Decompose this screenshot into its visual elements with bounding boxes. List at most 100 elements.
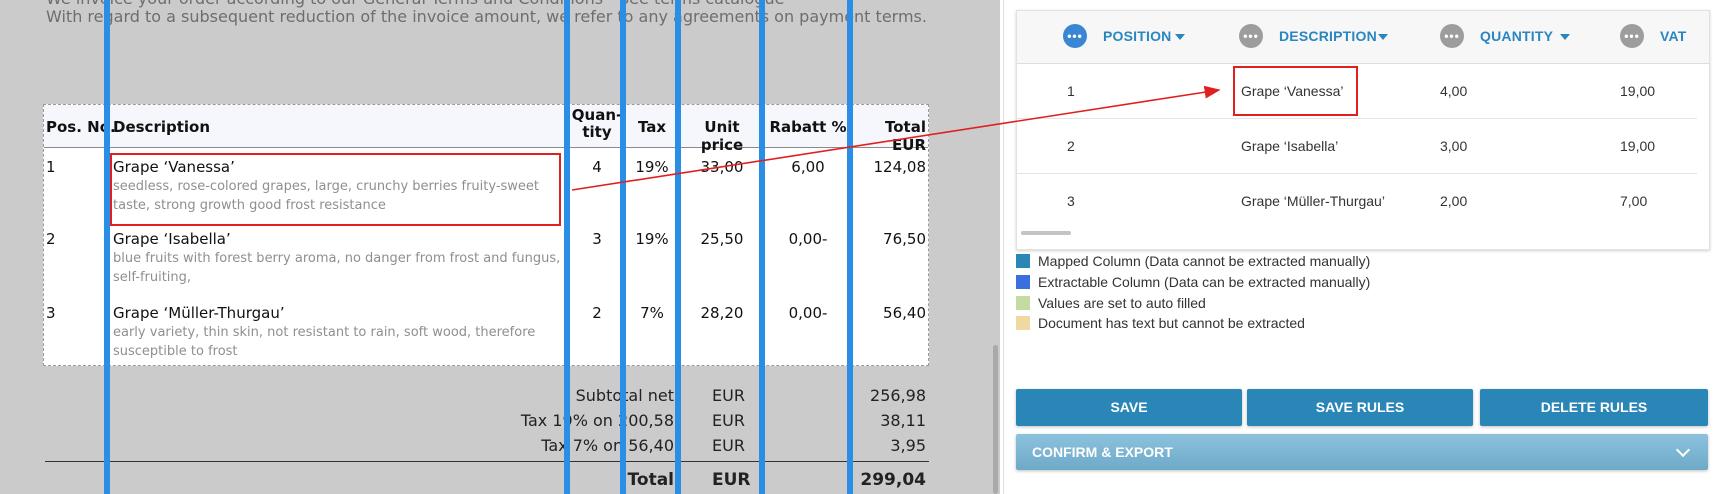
column-guide-line[interactable]: [759, 0, 765, 494]
header-rabatt: Rabatt %: [769, 118, 847, 136]
grid-cell-description[interactable]: Grape ‘Müller-Thurgau’: [1241, 193, 1385, 209]
legend-swatch: [1016, 254, 1030, 268]
header-quantity-line2: tity: [582, 123, 612, 141]
header-unit-price: Unit price: [700, 118, 744, 154]
row-tax: 19%: [635, 230, 669, 248]
header-total: Total EUR: [885, 118, 926, 154]
column-guide-line[interactable]: [104, 0, 110, 494]
row-rabatt: 0,00-: [788, 230, 828, 248]
extraction-grid: ••• POSITION ••• DESCRIPTION ••• QUANTIT…: [1016, 10, 1710, 250]
row-title: Grape ‘Isabella’: [113, 230, 231, 248]
total-currency: EUR: [712, 470, 751, 490]
column-menu-icon[interactable]: •••: [1063, 24, 1087, 48]
column-guide-line[interactable]: [675, 0, 681, 494]
grid-cell-description[interactable]: Grape ‘Isabella’: [1241, 138, 1338, 154]
save-rules-button[interactable]: SAVE RULES: [1247, 389, 1473, 426]
grid-cell-vat[interactable]: 19,00: [1620, 138, 1655, 154]
sort-caret-icon[interactable]: [1175, 34, 1185, 40]
row-unit-price: 25,50: [700, 230, 744, 248]
summary-value: 38,11: [880, 411, 926, 430]
column-guide-line[interactable]: [620, 0, 626, 494]
legend-swatch: [1016, 275, 1030, 289]
legend-item-mapped: Mapped Column (Data cannot be extracted …: [1016, 253, 1370, 269]
header-quantity-line1: Quan-: [571, 106, 623, 124]
legend-item-extractable: Extractable Column (Data can be extracte…: [1016, 274, 1370, 290]
grid-cell-vat[interactable]: 19,00: [1620, 83, 1655, 99]
row-unit-price: 33,00: [700, 158, 744, 176]
header-description: Description: [113, 118, 211, 136]
column-menu-icon[interactable]: •••: [1620, 24, 1644, 48]
summary-label: Tax 7% on 56,40: [541, 436, 674, 455]
legend-item-auto-filled: Values are set to auto filled: [1016, 295, 1206, 311]
grid-row[interactable]: 3 Grape ‘Müller-Thurgau’ 2,00 7,00: [1017, 174, 1697, 228]
summary-label: Subtotal net: [575, 386, 674, 405]
total-value: 299,04: [860, 470, 926, 490]
legend-text: Mapped Column (Data cannot be extracted …: [1038, 253, 1371, 269]
legend-swatch: [1016, 296, 1030, 310]
grid-cell-quantity[interactable]: 3,00: [1440, 138, 1467, 154]
summary-currency: EUR: [712, 436, 745, 455]
legend-item-not-extractable: Document has text but cannot be extracte…: [1016, 315, 1305, 331]
invoice-table-header: Pos. No. Description Quan- tity Tax Unit…: [44, 105, 928, 154]
column-menu-icon[interactable]: •••: [1239, 24, 1263, 48]
row-qty: 2: [592, 304, 602, 322]
grid-header: ••• POSITION ••• DESCRIPTION ••• QUANTIT…: [1017, 11, 1709, 64]
summary-currency: EUR: [712, 411, 745, 430]
row-rabatt: 0,00-: [788, 304, 828, 322]
document-scrollbar[interactable]: [993, 345, 998, 494]
horizontal-scrollbar[interactable]: [1021, 231, 1071, 235]
sort-caret-icon[interactable]: [1378, 34, 1388, 40]
summary-value: 256,98: [870, 386, 926, 405]
row-pos: 3: [46, 304, 56, 322]
legend-text: Values are set to auto filled: [1038, 295, 1206, 311]
legend-text: Document has text but cannot be extracte…: [1038, 315, 1305, 331]
chevron-down-icon: [1675, 442, 1691, 458]
summary-value: 3,95: [890, 436, 926, 455]
grid-cell-quantity[interactable]: 2,00: [1440, 193, 1467, 209]
highlight-box-document: [110, 153, 561, 226]
summary-divider: [45, 461, 929, 462]
highlight-box-grid: [1233, 66, 1358, 116]
row-pos: 2: [46, 230, 56, 248]
grid-cell-position[interactable]: 1: [1067, 83, 1075, 99]
grid-cell-quantity[interactable]: 4,00: [1440, 83, 1467, 99]
column-menu-icon[interactable]: •••: [1440, 24, 1464, 48]
row-rabatt: 6,00: [791, 158, 825, 176]
legend-swatch: [1016, 316, 1030, 330]
row-pos: 1: [46, 158, 56, 176]
row-qty: 4: [592, 158, 602, 176]
column-guide-line[interactable]: [564, 0, 570, 494]
delete-rules-button[interactable]: DELETE RULES: [1480, 389, 1708, 426]
row-tax: 19%: [635, 158, 669, 176]
row-unit-price: 28,20: [700, 304, 744, 322]
confirm-export-label: CONFIRM & EXPORT: [1032, 444, 1173, 460]
column-header-position[interactable]: POSITION: [1103, 28, 1172, 44]
grid-cell-position[interactable]: 3: [1067, 193, 1075, 209]
invoice-table: Pos. No. Description Quan- tity Tax Unit…: [43, 104, 929, 366]
row-qty: 3: [592, 230, 602, 248]
row-total: 56,40: [883, 304, 926, 322]
sort-caret-icon[interactable]: [1560, 34, 1570, 40]
row-tax: 7%: [640, 304, 664, 322]
grid-cell-position[interactable]: 2: [1067, 138, 1075, 154]
row-title: Grape ‘Müller-Thurgau’: [113, 304, 285, 322]
total-label: Total: [627, 470, 674, 490]
confirm-export-accordion[interactable]: CONFIRM & EXPORT: [1016, 434, 1708, 470]
row-total: 76,50: [883, 230, 926, 248]
legend-text: Extractable Column (Data can be extracte…: [1038, 274, 1371, 290]
column-header-quantity[interactable]: QUANTITY: [1480, 28, 1553, 44]
summary-label: Tax 19% on 200,58: [520, 411, 674, 430]
grid-cell-vat[interactable]: 7,00: [1620, 193, 1647, 209]
mapping-panel: ••• POSITION ••• DESCRIPTION ••• QUANTIT…: [1003, 0, 1716, 494]
save-button[interactable]: SAVE: [1016, 389, 1242, 426]
summary-currency: EUR: [712, 386, 745, 405]
row-detail: blue fruits with forest berry aroma, no …: [113, 251, 561, 285]
row-detail: early variety, thin skin, not resistant …: [113, 325, 536, 359]
document-viewer[interactable]: We invoice your order according to our G…: [0, 0, 1000, 494]
column-header-vat[interactable]: VAT: [1660, 28, 1687, 44]
row-total: 124,08: [873, 158, 927, 176]
column-guide-line[interactable]: [847, 0, 853, 494]
intro-text-line-2: With regard to a subsequent reduction of…: [46, 7, 927, 26]
grid-row[interactable]: 2 Grape ‘Isabella’ 3,00 19,00: [1017, 119, 1697, 174]
column-header-description[interactable]: DESCRIPTION: [1279, 28, 1377, 44]
